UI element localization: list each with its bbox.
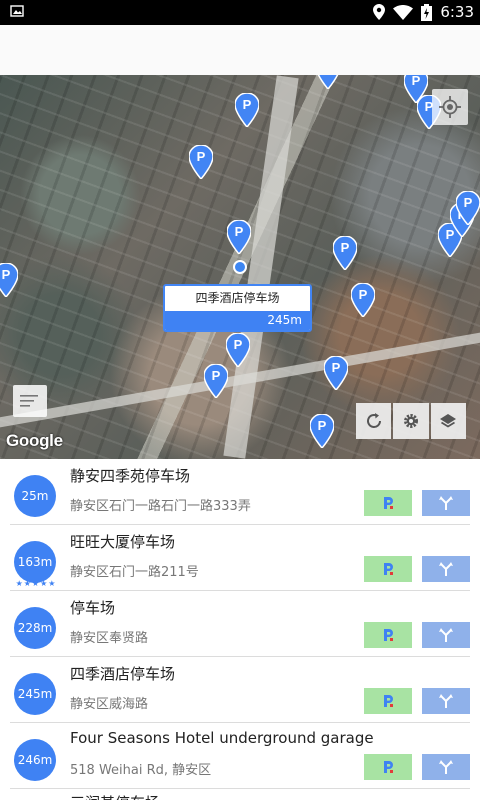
parking-pin-icon[interactable]: P [0, 263, 18, 297]
svg-text:P: P [359, 287, 368, 302]
svg-text:P: P [2, 267, 11, 282]
parking-name: 静安四季苑停车场 [70, 467, 191, 485]
svg-text:P: P [197, 149, 206, 164]
parking-address: 静安区威海路 [70, 697, 149, 712]
parking-pin-icon[interactable]: P [226, 333, 250, 367]
wifi-icon [393, 4, 414, 20]
rating-stars: ★★★★★ [15, 579, 57, 588]
parking-info-button[interactable] [364, 622, 412, 648]
list-item[interactable]: 245m 四季酒店停车场 静安区威海路 [10, 657, 470, 723]
selected-parking-callout[interactable]: 四季酒店停车场 245m [163, 284, 312, 332]
navigation-route-icon [439, 694, 453, 708]
gear-icon [403, 414, 418, 428]
parking-info-button[interactable] [364, 490, 412, 516]
callout-name: 四季酒店停车场 [195, 291, 280, 305]
list-item[interactable]: 25m 静安四季苑停车场 静安区石门一路石门一路333弄 [10, 459, 470, 525]
list-item[interactable]: 246m Four Seasons Hotel underground gara… [10, 723, 470, 789]
parking-pin-icon[interactable]: P [204, 364, 228, 398]
parking-pin-icon[interactable]: P [456, 191, 480, 225]
status-time: 6:33 [440, 3, 474, 21]
list-item[interactable]: 228m 停车场 静安区奉贤路 [10, 591, 470, 657]
layers-icon [440, 414, 457, 428]
navigate-button[interactable] [422, 754, 470, 780]
map-view[interactable]: P P P P P P P P P P P P P P P P 四季酒店停车场 … [0, 75, 480, 459]
navigation-route-icon [439, 760, 453, 774]
current-location-dot [233, 260, 247, 274]
distance-badge: 163m [14, 541, 56, 583]
distance-badge: 228m [14, 607, 56, 649]
parking-pin-icon[interactable]: P [235, 93, 259, 127]
refresh-icon [366, 413, 381, 428]
parking-address: 静安区石门一路211号 [70, 565, 199, 580]
svg-text:P: P [318, 418, 327, 433]
parking-p-icon [384, 629, 393, 641]
parking-pin-icon[interactable]: P [316, 75, 340, 89]
navigate-button[interactable] [422, 556, 470, 582]
parking-pin-icon[interactable]: P [333, 236, 357, 270]
battery-icon [421, 3, 433, 21]
google-attribution: Google [6, 431, 63, 450]
parking-name: 停车场 [70, 599, 116, 617]
navigation-route-icon [439, 562, 453, 576]
parking-name: 四季酒店停车场 [70, 665, 176, 683]
list-item-partial-name[interactable]: 三润基停车场 [70, 792, 160, 800]
parking-pin-icon[interactable]: P [189, 145, 213, 179]
parking-p-icon [384, 497, 393, 509]
parking-pin-icon[interactable]: P [351, 283, 375, 317]
parking-list: 25m 静安四季苑停车场 静安区石门一路石门一路333弄 163m ★★★★★ … [0, 459, 480, 800]
parking-p-icon [384, 695, 393, 707]
list-item[interactable]: 163m ★★★★★ 旺旺大厦停车场 静安区石门一路211号 [10, 525, 470, 591]
svg-text:P: P [332, 360, 341, 375]
distance-badge: 245m [14, 673, 56, 715]
parking-p-icon [384, 761, 393, 773]
svg-text:P: P [234, 337, 243, 352]
svg-text:P: P [341, 240, 350, 255]
parking-pin-icon[interactable]: P [310, 414, 334, 448]
svg-text:P: P [412, 75, 421, 88]
parking-address: 静安区石门一路石门一路333弄 [70, 499, 251, 514]
settings-button[interactable] [393, 403, 429, 439]
svg-text:P: P [212, 368, 221, 383]
navigation-route-icon [439, 628, 453, 642]
status-bar: 6:33 [0, 0, 480, 25]
parking-address: 静安区奉贤路 [70, 631, 149, 646]
parking-info-button[interactable] [364, 556, 412, 582]
parking-info-button[interactable] [364, 688, 412, 714]
crosshair-icon [439, 96, 461, 118]
navigate-button[interactable] [422, 490, 470, 516]
parking-name: 旺旺大厦停车场 [70, 533, 176, 551]
refresh-button[interactable] [356, 403, 392, 439]
navigate-button[interactable] [422, 688, 470, 714]
list-icon [20, 395, 38, 407]
parking-info-button[interactable] [364, 754, 412, 780]
my-location-button[interactable] [432, 89, 468, 125]
parking-pin-icon[interactable]: P [227, 220, 251, 254]
list-toggle-button[interactable] [13, 385, 47, 417]
navigate-button[interactable] [422, 622, 470, 648]
distance-badge: 25m [14, 475, 56, 517]
parking-pin-icon[interactable]: P [324, 356, 348, 390]
svg-text:P: P [464, 195, 473, 210]
parking-p-icon [384, 563, 393, 575]
image-notification-icon [10, 5, 24, 17]
parking-address: 518 Weihai Rd, 静安区 [70, 763, 212, 778]
distance-badge: 246m [14, 739, 56, 781]
location-icon [373, 4, 386, 20]
navigation-route-icon [439, 496, 453, 510]
svg-text:P: P [235, 224, 244, 239]
callout-distance: 245m [165, 311, 310, 330]
map-toolbar [356, 403, 466, 439]
svg-text:P: P [243, 97, 252, 112]
app-bar [0, 25, 480, 75]
layers-button[interactable] [430, 403, 466, 439]
parking-name: Four Seasons Hotel underground garage [70, 729, 374, 747]
